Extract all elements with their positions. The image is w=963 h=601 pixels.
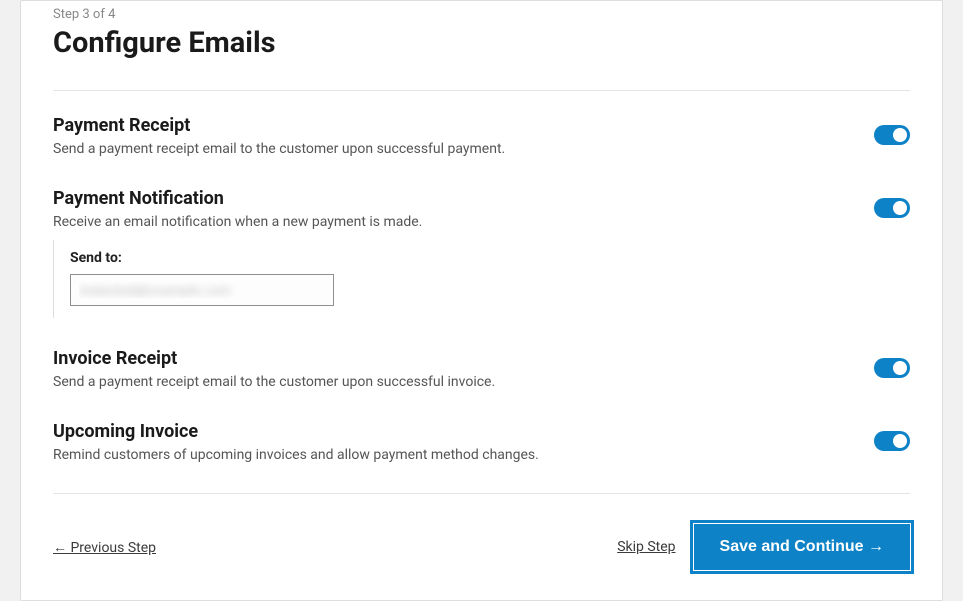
skip-step-link[interactable]: Skip Step xyxy=(617,539,675,555)
toggle-knob-icon xyxy=(893,128,907,142)
setting-upcoming-invoice: Upcoming Invoice Remind customers of upc… xyxy=(53,421,910,466)
step-indicator: Step 3 of 4 xyxy=(53,1,910,22)
setting-title: Payment Receipt xyxy=(53,115,854,136)
setting-payment-receipt: Payment Receipt Send a payment receipt e… xyxy=(53,115,910,160)
toggle-payment-notification[interactable] xyxy=(874,198,910,218)
previous-step-link[interactable]: ← Previous Step xyxy=(53,539,156,556)
setting-desc: Receive an email notification when a new… xyxy=(53,213,854,233)
setting-title: Invoice Receipt xyxy=(53,348,854,369)
setting-desc: Remind customers of upcoming invoices an… xyxy=(53,446,854,466)
toggle-knob-icon xyxy=(893,201,907,215)
setting-title: Upcoming Invoice xyxy=(53,421,854,442)
footer: ← Previous Step Skip Step Save and Conti… xyxy=(53,524,910,570)
send-to-panel: Send to: xyxy=(53,240,910,318)
send-to-input[interactable] xyxy=(70,274,334,306)
save-continue-button[interactable]: Save and Continue → xyxy=(694,524,910,570)
toggle-knob-icon xyxy=(893,361,907,375)
setting-desc: Send a payment receipt email to the cust… xyxy=(53,140,854,160)
toggle-payment-receipt[interactable] xyxy=(874,125,910,145)
setting-payment-notification: Payment Notification Receive an email no… xyxy=(53,188,910,233)
toggle-upcoming-invoice[interactable] xyxy=(874,431,910,451)
setting-invoice-receipt: Invoice Receipt Send a payment receipt e… xyxy=(53,348,910,393)
toggle-invoice-receipt[interactable] xyxy=(874,358,910,378)
divider xyxy=(53,493,910,494)
setting-title: Payment Notification xyxy=(53,188,854,209)
toggle-knob-icon xyxy=(893,434,907,448)
divider xyxy=(53,90,910,91)
page-title: Configure Emails xyxy=(53,26,910,60)
config-card: Step 3 of 4 Configure Emails Payment Rec… xyxy=(20,0,943,601)
send-to-label: Send to: xyxy=(70,250,894,266)
setting-desc: Send a payment receipt email to the cust… xyxy=(53,373,854,393)
